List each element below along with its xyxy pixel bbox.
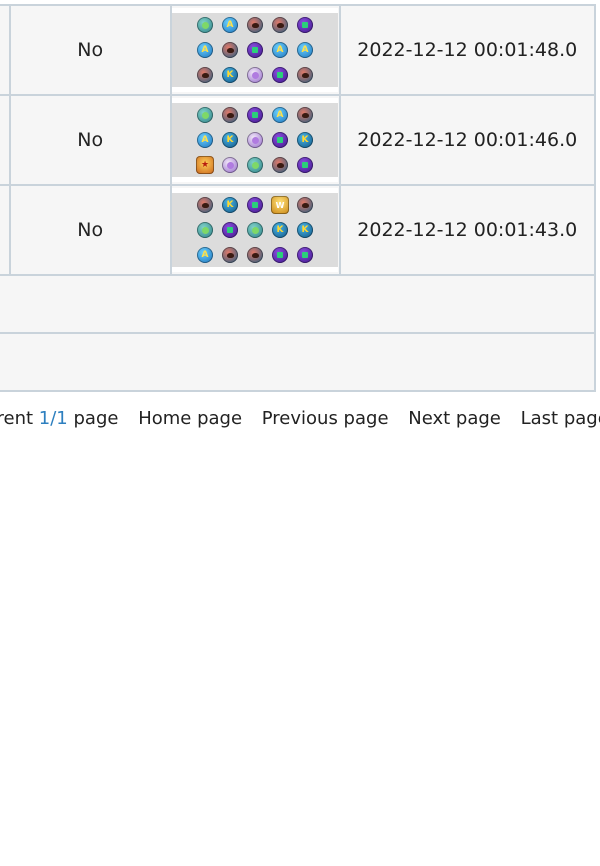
purple-orb-icon xyxy=(297,17,314,33)
board-cell xyxy=(169,4,341,96)
board-image xyxy=(172,8,339,92)
character-orb-icon xyxy=(297,107,314,123)
purple-orb-icon xyxy=(272,247,289,263)
empty-row xyxy=(0,332,596,392)
table-row: No 2022-12-12 00:01:46.0 xyxy=(0,94,597,186)
purple-orb-icon xyxy=(222,222,239,238)
flag-cell: No xyxy=(8,4,172,96)
next-page-link[interactable]: Next page xyxy=(408,408,501,429)
empty-row xyxy=(0,274,596,334)
purple-orb-icon xyxy=(247,107,264,123)
a-badge-orb-icon xyxy=(222,17,239,33)
green-orb-icon xyxy=(197,17,214,33)
datetime-cell: 2022-12-12 00:01:46.0 xyxy=(338,94,597,186)
home-page-link[interactable]: Home page xyxy=(138,408,242,429)
row-edge-cell xyxy=(0,4,11,96)
datetime-cell: 2022-12-12 00:01:48.0 xyxy=(338,4,597,96)
character-orb-icon xyxy=(272,157,289,173)
green-orb-icon xyxy=(197,222,214,238)
pager-current-page: 1/1 xyxy=(38,408,68,429)
green-orb-icon xyxy=(247,157,264,173)
character-orb-icon xyxy=(247,247,264,263)
character-orb-icon xyxy=(222,42,239,58)
pager-prefix: urrent xyxy=(0,408,34,429)
purple-orb-icon xyxy=(247,197,264,213)
frieza-orb-icon xyxy=(247,67,264,83)
results-table: No 2022-12-12 00:01:48.0 No 2022-12-12 00:0… xyxy=(0,4,597,392)
purple-orb-icon xyxy=(297,247,314,263)
table-row: No 2022-12-12 00:01:43.0 xyxy=(0,184,597,276)
green-orb-icon xyxy=(247,222,264,238)
orb-board xyxy=(172,193,339,267)
row-edge-cell xyxy=(0,94,11,186)
previous-page-link[interactable]: Previous page xyxy=(262,408,389,429)
board-image xyxy=(172,188,339,272)
green-orb-icon xyxy=(197,107,214,123)
frieza-orb-icon xyxy=(222,157,239,173)
k-badge-orb-icon xyxy=(222,67,239,83)
empty-cell xyxy=(0,274,596,334)
table-row: No 2022-12-12 00:01:48.0 xyxy=(0,4,597,96)
a-badge-orb-icon xyxy=(197,132,214,148)
purple-orb-icon xyxy=(272,67,289,83)
character-orb-icon xyxy=(197,67,214,83)
pagination: urrent 1/1 page Home page Previous page … xyxy=(0,408,600,429)
a-badge-orb-icon xyxy=(197,42,214,58)
character-orb-icon xyxy=(197,197,214,213)
flag-cell: No xyxy=(8,94,172,186)
a-badge-orb-icon xyxy=(297,42,314,58)
a-badge-orb-icon xyxy=(197,247,214,263)
k-badge-orb-icon xyxy=(222,132,239,148)
k-badge-orb-icon xyxy=(222,197,239,213)
orb-board xyxy=(172,103,339,177)
character-orb-icon xyxy=(297,197,314,213)
character-orb-icon xyxy=(297,67,314,83)
k-badge-orb-icon xyxy=(297,132,314,148)
row-edge-cell xyxy=(0,184,11,276)
a-badge-orb-icon xyxy=(272,42,289,58)
wild-orb-icon xyxy=(271,196,290,214)
board-cell xyxy=(169,94,341,186)
empty-cell xyxy=(0,332,596,392)
character-orb-icon xyxy=(222,107,239,123)
board-cell xyxy=(169,184,341,276)
purple-orb-icon xyxy=(297,157,314,173)
pager-suffix: page xyxy=(73,408,119,429)
frieza-orb-icon xyxy=(247,132,264,148)
orb-board xyxy=(172,13,339,87)
results-frame: No 2022-12-12 00:01:48.0 No 2022-12-12 00:0… xyxy=(0,0,600,398)
datetime-cell: 2022-12-12 00:01:43.0 xyxy=(338,184,597,276)
purple-orb-icon xyxy=(247,42,264,58)
character-orb-icon xyxy=(272,17,289,33)
a-badge-orb-icon xyxy=(272,107,289,123)
k-badge-orb-icon xyxy=(297,222,314,238)
character-orb-icon xyxy=(222,247,239,263)
board-image xyxy=(172,98,339,182)
special-orb-icon xyxy=(196,156,215,174)
k-badge-orb-icon xyxy=(272,222,289,238)
character-orb-icon xyxy=(247,17,264,33)
purple-orb-icon xyxy=(272,132,289,148)
last-page-link[interactable]: Last page xyxy=(521,408,600,429)
flag-cell: No xyxy=(8,184,172,276)
